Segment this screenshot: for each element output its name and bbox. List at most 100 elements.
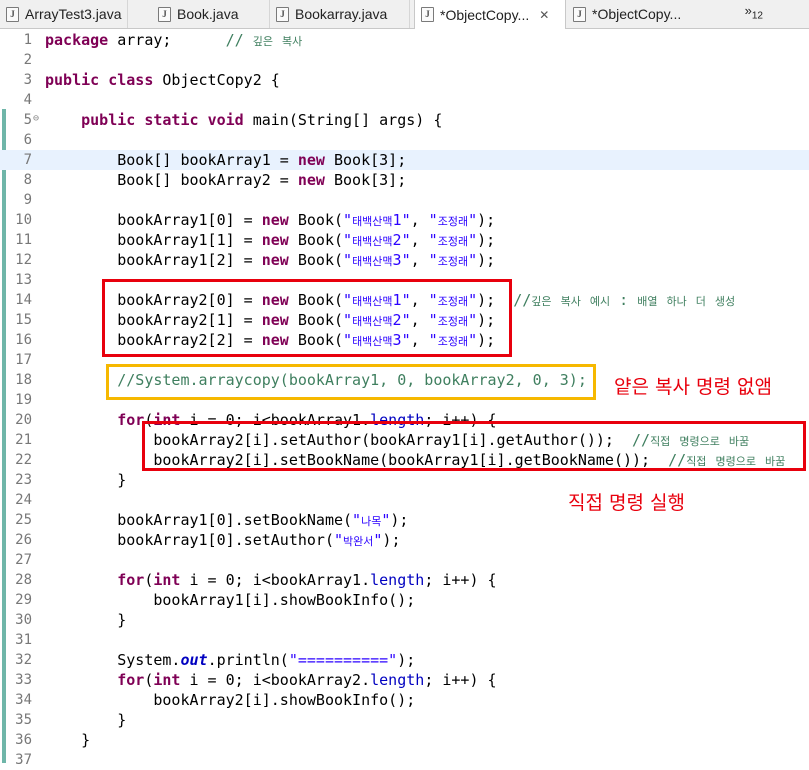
code-text: bookArray1[0].setBookName("나목"); (45, 510, 408, 532)
code-token: class (108, 71, 154, 89)
tab-book[interactable]: J Book.java (152, 0, 270, 28)
line-number: 4 (23, 92, 32, 108)
code-line[interactable]: 26 bookArray1[0].setAuthor("박완서"); (0, 530, 809, 550)
code-text: Book[] bookArray2 = new Book[3]; (45, 170, 406, 190)
code-line[interactable]: 32 System.out.println("=========="); (0, 650, 809, 670)
line-number: 11 (15, 232, 32, 248)
code-token: ; i++) { (424, 671, 497, 689)
code-text: bookArray1[0].setAuthor("박완서"); (45, 530, 400, 552)
code-token: } (45, 471, 127, 489)
tab-label: *ObjectCopy... (592, 6, 682, 22)
code-line[interactable]: 29 bookArray1[i].showBookInfo(); (0, 590, 809, 610)
code-token: , (410, 251, 429, 269)
code-line[interactable]: 23 } (0, 470, 809, 490)
line-number: 19 (15, 392, 32, 408)
code-line[interactable]: 10 bookArray1[0] = new Book("태백산맥1", "조정… (0, 210, 809, 230)
code-line[interactable]: 27 (0, 550, 809, 570)
line-number: 37 (15, 752, 32, 768)
code-line[interactable]: 11 bookArray1[1] = new Book("태백산맥2", "조정… (0, 230, 809, 250)
code-line[interactable]: 35 } (0, 710, 809, 730)
code-line[interactable]: 25 bookArray1[0].setBookName("나목"); (0, 510, 809, 530)
code-line[interactable]: 6 (0, 130, 809, 150)
code-token: "태백산맥2" (343, 231, 411, 249)
code-token: static (144, 111, 199, 129)
code-line[interactable]: 4 (0, 90, 809, 110)
line-number: 32 (15, 652, 32, 668)
code-token: for (117, 671, 145, 689)
code-token: array; (108, 31, 226, 49)
code-line[interactable]: 34 bookArray2[i].showBookInfo(); (0, 690, 809, 710)
code-line[interactable]: 37 (0, 750, 809, 770)
code-token: i = 0; i<bookArray2. (180, 671, 371, 689)
line-number: 8 (23, 172, 32, 188)
arraycopy-highlight-box (106, 364, 596, 400)
line-number: 2 (23, 52, 32, 68)
code-token: // 깊은 복사 (225, 31, 303, 49)
hidden-tab-count: 12 (751, 10, 763, 22)
java-file-icon: J (6, 6, 19, 22)
code-line[interactable]: 3 public class ObjectCopy2 { (0, 70, 809, 90)
code-text: bookArray1[i].showBookInfo(); (45, 590, 415, 610)
code-token: new (261, 251, 289, 269)
code-text: bookArray1[2] = new Book("태백산맥3", "조정래")… (45, 250, 495, 272)
code-token: i = 0; i<bookArray1. (180, 571, 371, 589)
tab-overflow-button[interactable]: »12 (745, 3, 763, 22)
code-token: public (45, 71, 100, 89)
line-number: 29 (15, 592, 32, 608)
code-text: } (45, 710, 126, 730)
tab-arraytest3[interactable]: J ArrayTest3.java (0, 0, 128, 28)
code-line[interactable]: 36 } (0, 730, 809, 750)
code-line[interactable]: 7 Book[] bookArray1 = new Book[3]; (0, 150, 809, 170)
line-number: 5 (23, 112, 32, 128)
code-line[interactable]: 1 package array; // 깊은 복사 (0, 30, 809, 50)
code-line[interactable]: 5 ⊖ public static void main(String[] args… (0, 110, 809, 130)
code-token: } (45, 711, 127, 729)
tab-bookarray[interactable]: J Bookarray.java (270, 0, 410, 28)
code-editor[interactable]: 1 package array; // 깊은 복사 2 3 public class O… (0, 29, 809, 768)
chevron-double-right-icon: » (744, 3, 752, 18)
code-token: ); (477, 211, 496, 229)
code-line[interactable]: 24 (0, 490, 809, 510)
code-token: ); (477, 231, 496, 249)
code-line[interactable]: 30 } (0, 610, 809, 630)
code-token: bookArray1[0] = (45, 211, 262, 229)
code-line[interactable]: 9 (0, 190, 809, 210)
tab-label: Book.java (177, 6, 239, 22)
tab-objectcopy2-active[interactable]: J *ObjectCopy... ✕ (414, 0, 566, 29)
code-text: System.out.println("=========="); (45, 650, 415, 670)
code-line[interactable]: 8 Book[] bookArray2 = new Book[3]; (0, 170, 809, 190)
tab-label: ArrayTest3.java (25, 6, 122, 22)
code-line[interactable]: 28 for(int i = 0; i<bookArray1.length; i… (0, 570, 809, 590)
line-number: 31 (15, 632, 32, 648)
code-text: public static void main(String[] args) { (45, 110, 442, 130)
code-line[interactable]: 2 (0, 50, 809, 70)
tab-objectcopy[interactable]: J *ObjectCopy... (567, 0, 697, 28)
code-token: .println( (207, 651, 289, 669)
code-token: for (117, 571, 145, 589)
line-number: 26 (15, 532, 32, 548)
direct-command-annotation: 직접 명령 실행 (568, 492, 685, 514)
line-number: 27 (15, 552, 32, 568)
code-token: } (45, 611, 127, 629)
code-token: ); (382, 531, 401, 549)
code-token: ); (390, 511, 409, 529)
code-text: } (45, 470, 126, 490)
close-icon[interactable]: ✕ (539, 8, 549, 22)
fold-collapse-icon[interactable]: ⊖ (33, 110, 39, 128)
code-line[interactable]: 31 (0, 630, 809, 650)
code-token: "조정래" (428, 211, 478, 229)
line-number: 12 (15, 252, 32, 268)
code-token: bookArray1[1] = (45, 231, 262, 249)
code-line[interactable]: 33 for(int i = 0; i<bookArray2.length; i… (0, 670, 809, 690)
code-line[interactable]: 12 bookArray1[2] = new Book("태백산맥3", "조정… (0, 250, 809, 270)
editor-tab-bar: J ArrayTest3.java J Book.java J Bookarra… (0, 0, 809, 29)
code-text: bookArray1[0] = new Book("태백산맥1", "조정래")… (45, 210, 495, 232)
line-number: 33 (15, 672, 32, 688)
line-number: 24 (15, 492, 32, 508)
line-number: 15 (15, 312, 32, 328)
code-token: new (261, 211, 289, 229)
code-token: public (81, 111, 136, 129)
